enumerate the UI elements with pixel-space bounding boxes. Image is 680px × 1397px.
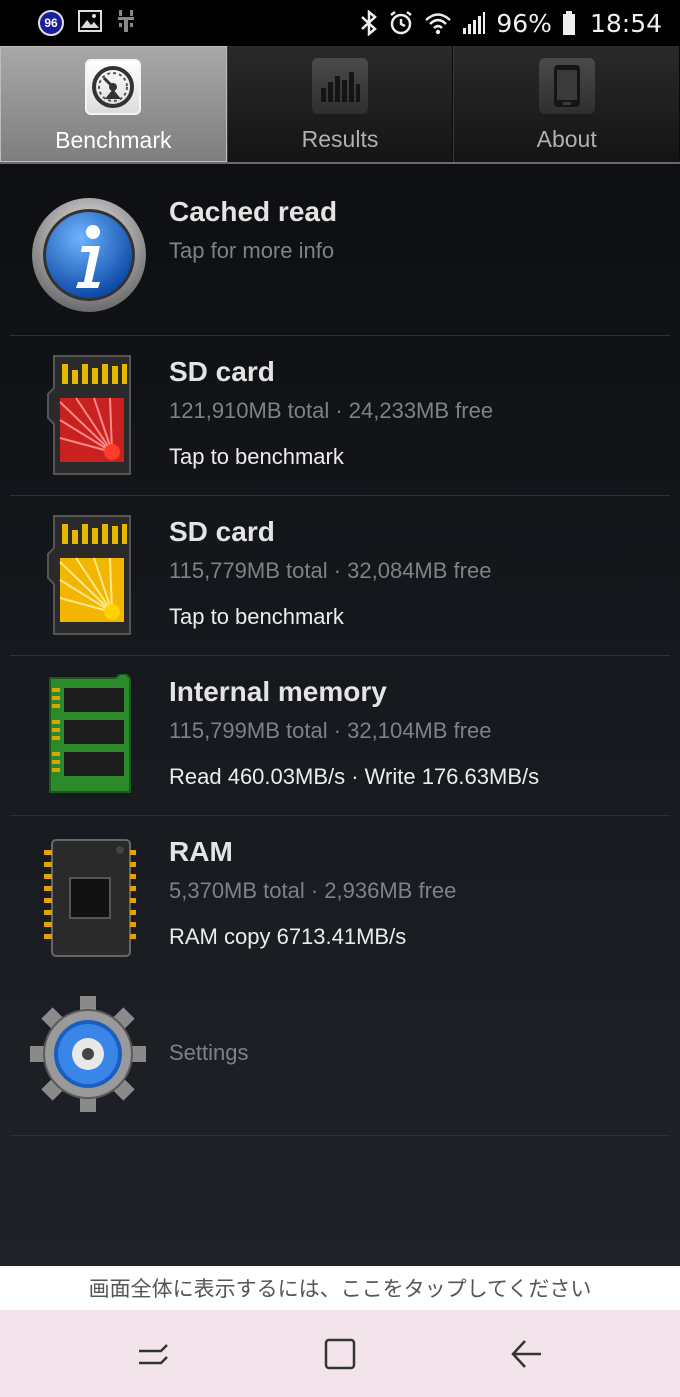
item-subtitle: Tap for more info [169, 238, 335, 263]
clock-time: 18:54 [589, 8, 662, 38]
item-title: SD card [169, 516, 275, 547]
item-subtitle: 121,910MB total · 24,233MB free [169, 398, 494, 423]
settings-label: Settings [169, 1040, 249, 1065]
gallery-icon [78, 9, 102, 37]
tab-results[interactable]: Results [226, 46, 454, 162]
list-item-internal-memory[interactable]: Internal memory 115,799MB total · 32,104… [10, 656, 670, 816]
notification-badge: 96 [38, 10, 64, 36]
benchmark-list: Cached read Tap for more info SD card 12… [0, 164, 680, 1266]
item-title: RAM [169, 836, 233, 867]
tab-benchmark[interactable]: Benchmark [0, 46, 227, 162]
list-item-sd-card-1[interactable]: SD card 121,910MB total · 24,233MB free … [10, 336, 670, 496]
gear-icon [28, 994, 148, 1119]
sd-card-red-icon [46, 354, 132, 481]
tab-label: Results [301, 126, 379, 152]
list-item-ram[interactable]: RAM 5,370MB total · 2,936MB free RAM cop… [10, 816, 670, 976]
sd-card-yellow-icon [46, 514, 132, 641]
item-status: Read 460.03MB/s · Write 176.63MB/s [169, 764, 540, 789]
tab-bar: Benchmark Results About [0, 46, 680, 164]
list-item-sd-card-2[interactable]: SD card 115,779MB total · 32,084MB free … [10, 496, 670, 656]
speedometer-icon [85, 59, 142, 115]
memory-module-icon [46, 673, 134, 801]
banner-text: 画面全体に表示するには、ここをタップしてください [88, 1277, 592, 1301]
recent-apps-icon[interactable] [123, 1324, 183, 1384]
battery-percent: 96% [496, 8, 552, 38]
item-subtitle: 115,779MB total · 32,084MB free [169, 558, 492, 583]
list-item-settings[interactable]: Settings [10, 976, 670, 1136]
ram-chip-icon [44, 838, 136, 963]
item-status: Tap to benchmark [169, 444, 344, 469]
wifi-icon [424, 11, 452, 35]
bar-chart-icon [312, 58, 368, 114]
battery-icon [562, 11, 576, 35]
phone-icon [538, 58, 595, 114]
bluetooth-icon [360, 10, 378, 36]
navigation-bar [0, 1310, 680, 1397]
tab-about[interactable]: About [453, 46, 680, 162]
item-subtitle: 5,370MB total · 2,936MB free [169, 878, 457, 903]
back-icon[interactable] [497, 1324, 557, 1384]
info-icon [30, 196, 148, 319]
usb-icon [116, 9, 136, 38]
item-title: Cached read [169, 196, 338, 227]
alarm-icon [388, 10, 414, 36]
list-item-cached-read[interactable]: Cached read Tap for more info [10, 164, 670, 336]
signal-icon [462, 11, 486, 35]
item-title: Internal memory [169, 676, 387, 707]
item-status: RAM copy 6713.41MB/s [169, 924, 407, 949]
item-subtitle: 115,799MB total · 32,104MB free [169, 718, 492, 743]
tab-label: Benchmark [55, 127, 172, 153]
item-status: Tap to benchmark [169, 604, 344, 629]
tab-label: About [536, 126, 597, 152]
fullscreen-banner[interactable]: 画面全体に表示するには、ここをタップしてください [0, 1266, 680, 1310]
home-icon[interactable] [310, 1324, 370, 1384]
status-bar: 96 96% 18:54 [0, 0, 680, 46]
item-title: SD card [169, 356, 275, 387]
